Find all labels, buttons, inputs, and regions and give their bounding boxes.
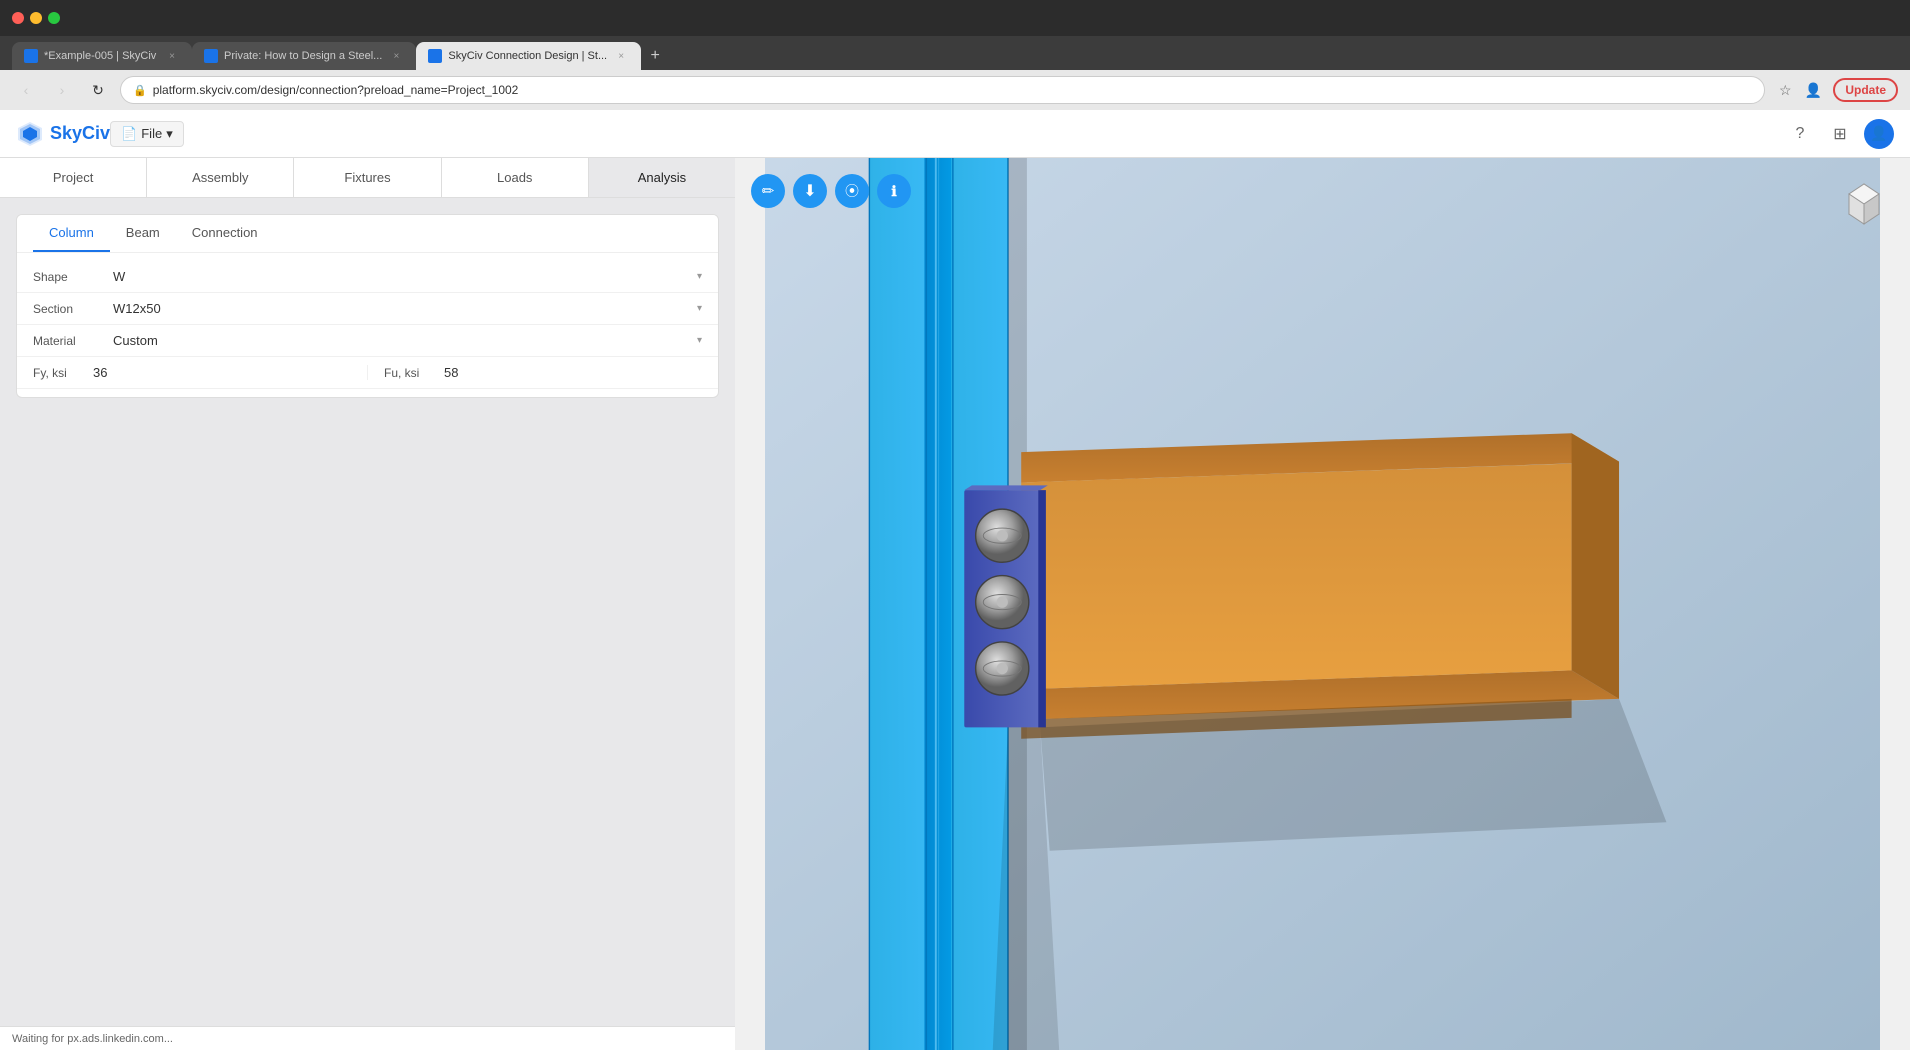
browser-titlebar [0,0,1910,36]
browser-tab-3[interactable]: SkyCiv Connection Design | St... × [416,42,641,70]
tab-title-1: *Example-005 | SkyCiv [44,50,158,62]
material-label: Material [33,334,113,348]
url-text: platform.skyciv.com/design/connection?pr… [153,83,1753,97]
sub-tabs: Column Beam Connection [17,215,718,253]
tabs-bar: *Example-005 | SkyCiv × Private: How to … [0,36,1910,70]
camera-tool-button[interactable]: ⦿ [835,174,869,208]
file-label: File [141,126,162,141]
download-tool-button[interactable]: ⬇ [793,174,827,208]
shape-text: W [113,269,125,284]
assembly-card: Column Beam Connection Shape [16,214,719,398]
app-logo-text: SkyCiv [50,123,110,144]
nav-tab-project[interactable]: Project [0,158,147,197]
update-button[interactable]: Update [1833,78,1898,102]
browser-tab-2[interactable]: Private: How to Design a Steel... × [192,42,416,70]
lock-icon: 🔒 [133,84,147,97]
view-toolbar: ✏ ⬇ ⦿ ℹ [751,174,911,208]
nav-tab-fixtures[interactable]: Fixtures [294,158,441,197]
forward-button[interactable]: › [48,76,76,104]
tab-title-2: Private: How to Design a Steel... [224,50,382,62]
close-traffic-light[interactable] [12,12,24,24]
profile-button[interactable]: 👤 [1801,78,1825,102]
traffic-lights [12,12,60,24]
tab-favicon-2 [204,49,218,63]
tab-favicon-1 [24,49,38,63]
skyciv-logo-icon [16,120,44,148]
tab-close-1[interactable]: × [164,48,180,64]
sub-tab-column[interactable]: Column [33,215,110,252]
maximize-traffic-light[interactable] [48,12,60,24]
help-icon-button[interactable]: ? [1784,118,1816,150]
shape-dropdown-icon: ▾ [697,271,702,282]
address-bar-actions: ☆ 👤 [1773,78,1825,102]
file-chevron-icon: ▾ [166,126,173,142]
canvas-area[interactable]: ✏ ⬇ ⦿ ℹ [735,158,1910,1050]
nav-tab-assembly[interactable]: Assembly [147,158,294,197]
strength-row: Fy, ksi Fu, ksi [17,357,718,389]
material-value[interactable]: Custom ▾ [113,333,702,348]
section-text: W12x50 [113,301,161,316]
material-dropdown-icon: ▾ [697,335,702,346]
browser-tab-1[interactable]: *Example-005 | SkyCiv × [12,42,192,70]
3d-scene-svg [735,158,1910,1050]
file-button[interactable]: 📄 File ▾ [110,121,184,147]
bookmark-button[interactable]: ☆ [1773,78,1797,102]
reload-button[interactable]: ↻ [84,76,112,104]
tab-close-2[interactable]: × [388,48,404,64]
grid-icon-button[interactable]: ⊞ [1824,118,1856,150]
header-right: ? ⊞ 👤 [1784,118,1894,150]
app-logo: SkyCiv [16,120,110,148]
address-bar[interactable]: 🔒 platform.skyciv.com/design/connection?… [120,76,1765,104]
section-value[interactable]: W12x50 ▾ [113,301,702,316]
minimize-traffic-light[interactable] [30,12,42,24]
edit-tool-button[interactable]: ✏ [751,174,785,208]
form-section: Shape W ▾ Section W12x50 ▾ [17,253,718,397]
material-row: Material Custom ▾ [17,325,718,357]
section-dropdown-icon: ▾ [697,303,702,314]
tab-close-3[interactable]: × [613,48,629,64]
fu-half: Fu, ksi [368,365,702,380]
left-panel: Project Assembly Fixtures Loads Analysis [0,158,735,1050]
tab-title-3: SkyCiv Connection Design | St... [448,50,607,62]
fy-input[interactable] [93,365,351,380]
main-layout: Project Assembly Fixtures Loads Analysis [0,158,1910,1050]
shape-label: Shape [33,270,113,284]
loading-text: Waiting for px.ads.linkedin.com... [12,1033,173,1045]
file-icon: 📄 [121,126,137,142]
shape-row: Shape W ▾ [17,261,718,293]
info-tool-button[interactable]: ℹ [877,174,911,208]
sub-tab-beam[interactable]: Beam [110,215,176,252]
view-panel: ✏ ⬇ ⦿ ℹ [735,158,1910,1050]
fy-half: Fy, ksi [33,365,368,380]
app-header: SkyCiv 📄 File ▾ ? ⊞ 👤 [0,110,1910,158]
address-bar-row: ‹ › ↻ 🔒 platform.skyciv.com/design/conne… [0,70,1910,110]
cube-navigator[interactable] [1834,174,1894,234]
app: SkyCiv 📄 File ▾ ? ⊞ 👤 Project Assembly [0,110,1910,1050]
fu-label: Fu, ksi [384,366,444,380]
back-button[interactable]: ‹ [12,76,40,104]
new-tab-button[interactable]: + [641,42,669,70]
browser-chrome: *Example-005 | SkyCiv × Private: How to … [0,0,1910,110]
section-row: Section W12x50 ▾ [17,293,718,325]
fu-input[interactable] [444,365,702,380]
content-area: Column Beam Connection Shape [0,198,735,1026]
material-text: Custom [113,333,158,348]
avatar-icon-button[interactable]: 👤 [1864,119,1894,149]
section-label: Section [33,302,113,316]
sub-tab-connection[interactable]: Connection [176,215,274,252]
fy-label: Fy, ksi [33,366,93,380]
nav-tab-analysis[interactable]: Analysis [589,158,735,197]
nav-tab-loads[interactable]: Loads [442,158,589,197]
nav-tabs: Project Assembly Fixtures Loads Analysis [0,158,735,198]
loading-bar: Waiting for px.ads.linkedin.com... [0,1026,490,1050]
shape-value[interactable]: W ▾ [113,269,702,284]
cube-svg [1834,174,1894,234]
tab-favicon-3 [428,49,442,63]
